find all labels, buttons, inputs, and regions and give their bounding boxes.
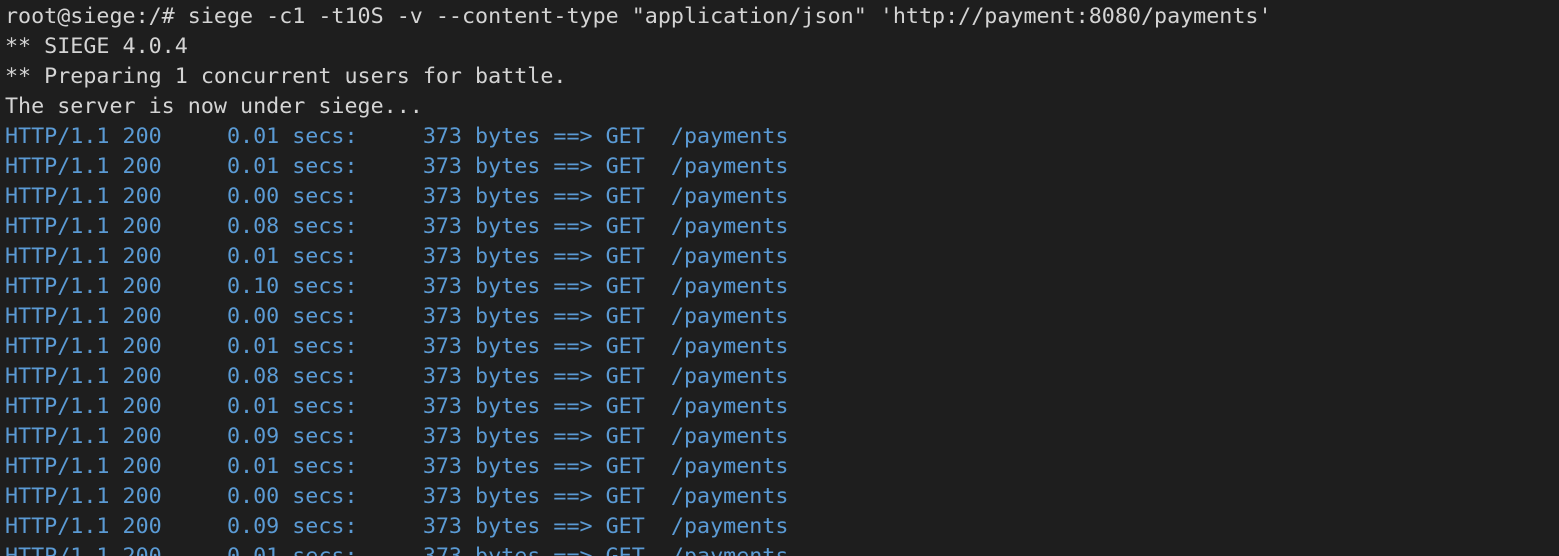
log-line: HTTP/1.1 200 0.10 secs: 373 bytes ==> GE…	[5, 274, 789, 299]
command-line: root@siege:/# siege -c1 -t10S -v --conte…	[5, 4, 1272, 29]
log-line: HTTP/1.1 200 0.08 secs: 373 bytes ==> GE…	[5, 364, 789, 389]
log-line: HTTP/1.1 200 0.00 secs: 373 bytes ==> GE…	[5, 304, 789, 329]
log-line: HTTP/1.1 200 0.00 secs: 373 bytes ==> GE…	[5, 484, 789, 509]
banner-line: The server is now under siege...	[5, 94, 423, 119]
log-line: HTTP/1.1 200 0.01 secs: 373 bytes ==> GE…	[5, 124, 789, 149]
log-line: HTTP/1.1 200 0.01 secs: 373 bytes ==> GE…	[5, 154, 789, 179]
log-line: HTTP/1.1 200 0.01 secs: 373 bytes ==> GE…	[5, 394, 789, 419]
log-line: HTTP/1.1 200 0.01 secs: 373 bytes ==> GE…	[5, 334, 789, 359]
log-line: HTTP/1.1 200 0.09 secs: 373 bytes ==> GE…	[5, 424, 789, 449]
banner-line: ** Preparing 1 concurrent users for batt…	[5, 64, 567, 89]
terminal-window[interactable]: root@siege:/# siege -c1 -t10S -v --conte…	[0, 0, 1559, 556]
log-line: HTTP/1.1 200 0.09 secs: 373 bytes ==> GE…	[5, 514, 789, 539]
log-line: HTTP/1.1 200 0.00 secs: 373 bytes ==> GE…	[5, 184, 789, 209]
log-line: HTTP/1.1 200 0.01 secs: 373 bytes ==> GE…	[5, 542, 1559, 556]
log-line: HTTP/1.1 200 0.01 secs: 373 bytes ==> GE…	[5, 454, 789, 479]
log-line: HTTP/1.1 200 0.01 secs: 373 bytes ==> GE…	[5, 244, 789, 269]
log-line: HTTP/1.1 200 0.08 secs: 373 bytes ==> GE…	[5, 214, 789, 239]
banner-line: ** SIEGE 4.0.4	[5, 34, 188, 59]
